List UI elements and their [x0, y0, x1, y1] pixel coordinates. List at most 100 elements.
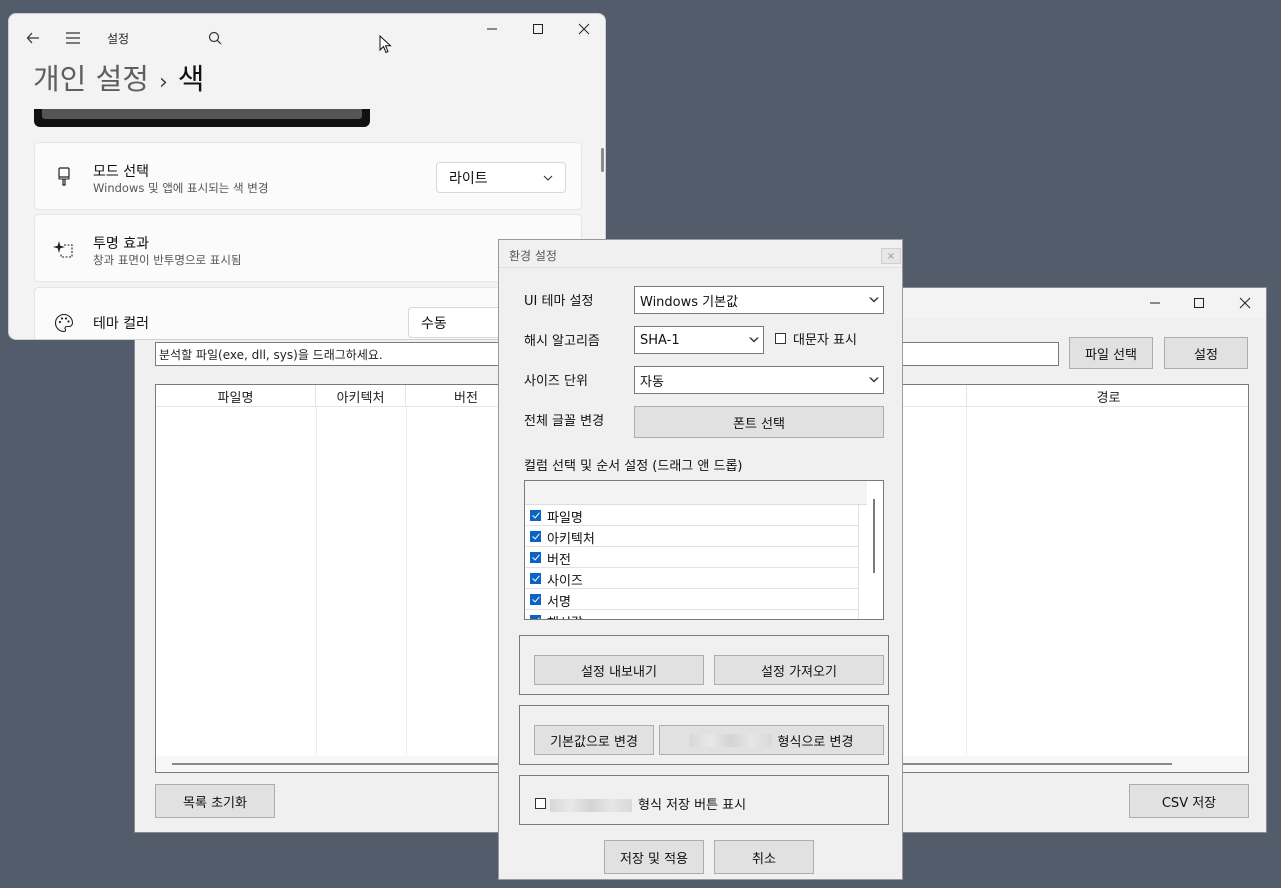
show-format-save-text: 형식 저장 버튼 표시 — [638, 798, 747, 813]
save-apply-button[interactable]: 저장 및 적용 — [604, 840, 704, 874]
palette-icon — [53, 312, 75, 334]
transparency-title: 투명 효과 — [93, 236, 149, 252]
brush-icon — [53, 166, 75, 188]
search-icon — [208, 31, 222, 45]
breadcrumb-separator: › — [158, 70, 168, 95]
theme-preview-screen — [42, 109, 362, 119]
settings-button[interactable]: 설정 — [1164, 337, 1248, 369]
uppercase-checkbox[interactable] — [775, 333, 786, 344]
breadcrumb-current: 색 — [177, 62, 205, 96]
show-format-save-checkbox[interactable] — [535, 798, 546, 809]
close-icon — [578, 23, 590, 35]
hash-algorithm-value: SHA-1 — [640, 332, 680, 348]
preferences-dialog: 환경 설정 × UI 테마 설정 Windows 기본값 해시 알고리즘 SHA… — [498, 239, 903, 880]
hamburger-icon — [66, 32, 80, 44]
size-unit-select[interactable]: 자동 — [634, 366, 884, 394]
cancel-button[interactable]: 취소 — [714, 840, 814, 874]
list-item[interactable]: 해시값 — [525, 610, 859, 619]
mode-select-title: 모드 선택 — [93, 164, 149, 180]
column-header-filename[interactable]: 파일명 — [156, 385, 316, 407]
list-item-label: 서명 — [547, 595, 571, 610]
file-select-button[interactable]: 파일 선택 — [1069, 337, 1153, 369]
maximize-icon — [533, 24, 543, 34]
list-item-label: 아키텍처 — [547, 532, 595, 547]
mode-dropdown-value: 라이트 — [449, 170, 488, 187]
list-item-label: 버전 — [547, 553, 571, 568]
reset-defaults-button[interactable]: 기본값으로 변경 — [534, 725, 654, 755]
column-divider — [316, 407, 317, 755]
menu-button[interactable] — [63, 28, 83, 48]
settings-scrollbar[interactable] — [601, 148, 604, 172]
chevron-down-icon — [543, 175, 553, 181]
hash-algorithm-label: 해시 알고리즘 — [524, 334, 600, 349]
settings-close-button[interactable] — [561, 14, 605, 44]
columns-label: 컬럼 선택 및 순서 설정 (드래그 앤 드롭) — [524, 459, 743, 474]
size-unit-value: 자동 — [640, 374, 664, 390]
list-item[interactable]: 사이즈 — [525, 568, 859, 589]
breadcrumb-parent[interactable]: 개인 설정 — [33, 62, 149, 96]
column-checkbox[interactable] — [530, 594, 541, 605]
import-export-group: 설정 내보내기 설정 가져오기 — [519, 635, 889, 695]
minimize-icon — [1150, 302, 1160, 304]
format-change-button[interactable]: 형식으로 변경 — [659, 725, 884, 755]
list-item[interactable]: 서명 — [525, 589, 859, 610]
breadcrumb: 개인 설정 › 색 — [33, 56, 204, 98]
column-checkbox[interactable] — [530, 552, 541, 563]
column-list[interactable]: 파일명 아키텍처 버전 사이즈 서명 해시값 — [524, 480, 884, 620]
minimize-icon — [487, 28, 497, 30]
list-item-label: 파일명 — [547, 511, 583, 526]
settings-minimize-button[interactable] — [469, 14, 515, 44]
transparency-subtitle: 창과 표면이 반투명으로 표시됨 — [93, 253, 242, 267]
ui-theme-value: Windows 기본값 — [640, 294, 739, 310]
back-button[interactable] — [23, 28, 43, 48]
list-item[interactable]: 버전 — [525, 547, 859, 568]
minimize-button[interactable] — [1132, 288, 1178, 318]
close-icon — [1239, 297, 1251, 309]
column-list-header — [525, 481, 867, 505]
column-checkbox[interactable] — [530, 573, 541, 584]
maximize-button[interactable] — [1176, 288, 1222, 318]
list-scrollbar[interactable] — [873, 499, 875, 573]
maximize-icon — [1194, 298, 1204, 308]
size-unit-label: 사이즈 단위 — [524, 374, 588, 389]
search-button[interactable] — [205, 28, 225, 48]
dropdown-arrow-icon — [869, 377, 879, 383]
list-item[interactable]: 아키텍처 — [525, 526, 859, 547]
dialog-titlebar: 환경 설정 × — [499, 240, 902, 268]
ui-theme-label: UI 테마 설정 — [524, 294, 594, 309]
uppercase-label: 대문자 표시 — [793, 333, 857, 348]
hash-algorithm-select[interactable]: SHA-1 — [634, 326, 764, 354]
csv-save-button[interactable]: CSV 저장 — [1129, 784, 1249, 818]
dropdown-arrow-icon — [869, 297, 879, 303]
column-checkbox[interactable] — [530, 531, 541, 542]
list-item-label: 해시값 — [547, 612, 583, 619]
font-change-label: 전체 글꼴 변경 — [524, 414, 605, 429]
redacted-text — [550, 799, 632, 812]
back-arrow-icon — [26, 32, 39, 44]
list-item[interactable]: 파일명 — [525, 505, 859, 526]
column-divider — [966, 407, 967, 755]
mode-select-subtitle: Windows 및 앱에 표시되는 색 변경 — [93, 181, 269, 195]
mode-dropdown[interactable]: 라이트 — [436, 162, 566, 193]
column-header-path[interactable]: 경로 — [966, 385, 1250, 407]
accent-color-title: 테마 컬러 — [93, 316, 149, 332]
close-button[interactable] — [1222, 288, 1268, 318]
mouse-cursor-icon — [379, 35, 392, 54]
column-header-arch[interactable]: 아키텍처 — [316, 385, 406, 407]
theme-preview — [34, 109, 370, 127]
font-select-button[interactable]: 폰트 선택 — [634, 406, 884, 438]
import-settings-button[interactable]: 설정 가져오기 — [714, 655, 884, 685]
sparkle-icon — [53, 238, 75, 260]
settings-maximize-button[interactable] — [515, 14, 561, 44]
accent-dropdown-value: 수동 — [421, 315, 447, 332]
format-save-group: 형식 저장 버튼 표시 — [519, 775, 889, 825]
column-checkbox[interactable] — [530, 615, 541, 619]
export-settings-button[interactable]: 설정 내보내기 — [534, 655, 704, 685]
column-checkbox[interactable] — [530, 510, 541, 521]
format-group: 기본값으로 변경 형식으로 변경 — [519, 705, 889, 765]
reset-list-button[interactable]: 목록 초기화 — [155, 784, 275, 818]
mode-select-card: 모드 선택 Windows 및 앱에 표시되는 색 변경 라이트 — [34, 142, 582, 210]
dialog-close-button[interactable]: × — [881, 248, 901, 264]
ui-theme-select[interactable]: Windows 기본값 — [634, 286, 884, 314]
format-change-label: 형식으로 변경 — [777, 734, 854, 750]
